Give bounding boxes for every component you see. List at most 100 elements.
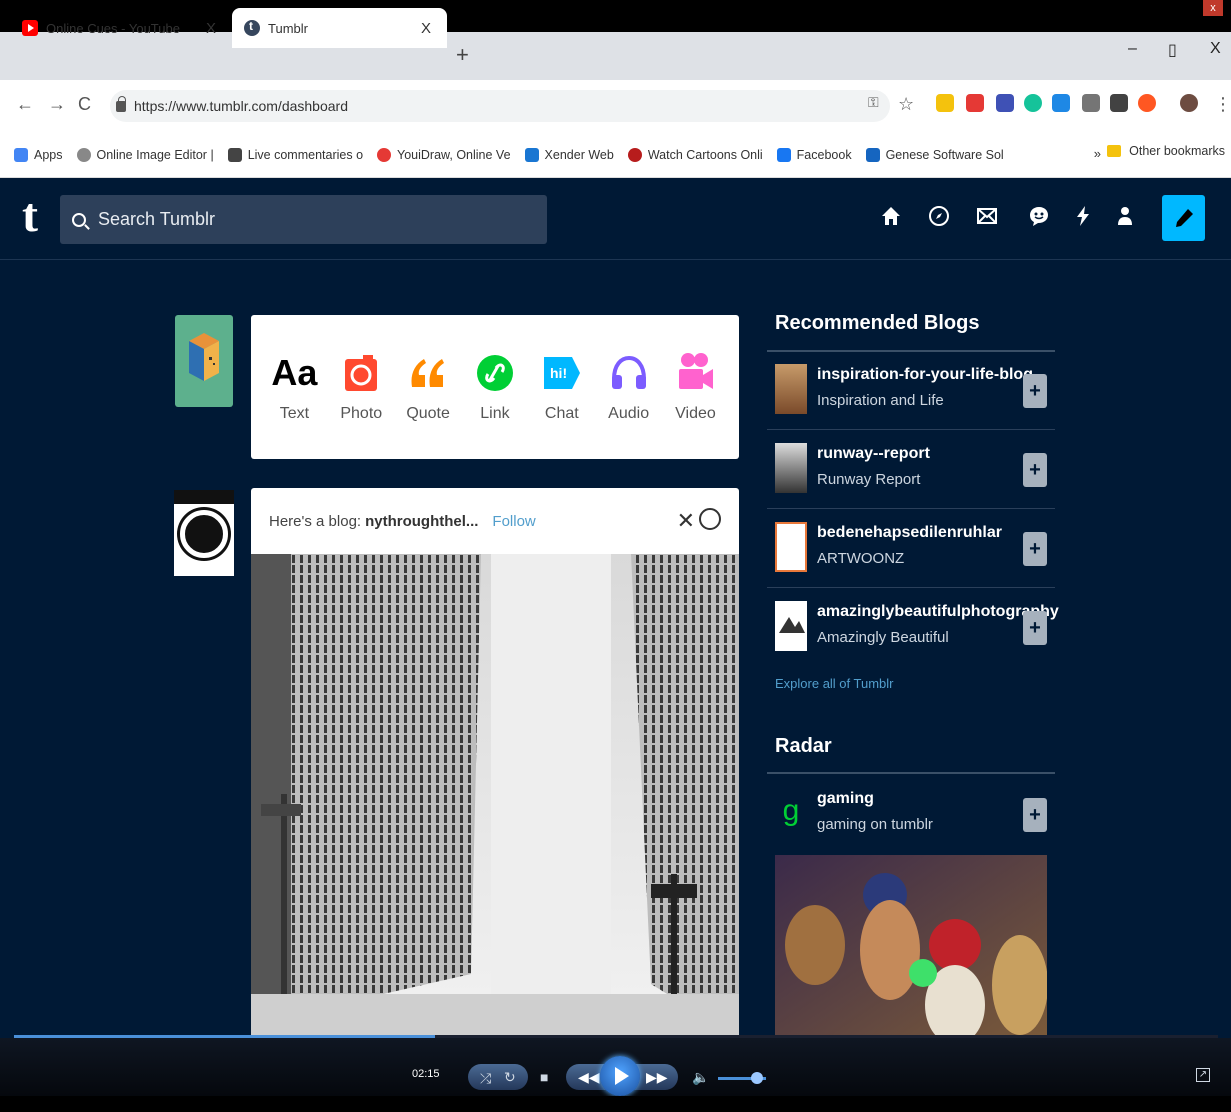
messaging-icon[interactable] xyxy=(1026,204,1052,232)
fast-forward-icon[interactable]: ▶▶ xyxy=(646,1069,668,1086)
explore-icon[interactable] xyxy=(926,204,952,232)
other-bookmarks[interactable]: Other bookmarks xyxy=(1107,144,1225,158)
bookmarks-overflow-button[interactable]: » xyxy=(1094,146,1101,161)
video-camera-icon xyxy=(675,351,715,395)
fullscreen-icon[interactable]: ↗ xyxy=(1196,1068,1210,1082)
inbox-icon[interactable] xyxy=(974,204,1000,232)
stop-icon[interactable]: ■ xyxy=(540,1069,548,1085)
follow-plus-button[interactable]: + xyxy=(1023,374,1047,408)
blog-name[interactable]: inspiration-for-your-life-blog xyxy=(817,366,1033,384)
extension-icon[interactable] xyxy=(1082,94,1100,112)
dismiss-icon[interactable]: ✕ xyxy=(677,508,695,534)
tumblr-logo[interactable]: t xyxy=(22,190,38,242)
close-window-button[interactable]: X xyxy=(1210,40,1221,58)
follow-plus-button[interactable]: + xyxy=(1023,611,1047,645)
bookmark-item[interactable]: Genese Software Sol xyxy=(865,147,1004,162)
post-quote-button[interactable]: Quote xyxy=(398,351,458,423)
mountain-icon xyxy=(779,617,805,633)
post-photo[interactable] xyxy=(251,554,739,1038)
volume-icon[interactable]: 🔈 xyxy=(692,1069,709,1086)
profile-avatar[interactable] xyxy=(1180,94,1198,112)
recommended-blog-row[interactable]: bedenehapsedilenruhlar ARTWOONZ + xyxy=(767,510,1055,588)
post-type-label: Text xyxy=(279,405,310,422)
restore-button[interactable]: ▯ xyxy=(1168,40,1177,60)
blog-title: gaming on tumblr xyxy=(817,816,933,833)
recommended-blog-name[interactable]: nythroughthel... xyxy=(365,513,478,530)
bookmark-star-icon[interactable]: ☆ xyxy=(898,94,914,115)
blog-name[interactable]: runway--report xyxy=(817,445,930,463)
follow-plus-button[interactable]: + xyxy=(1023,532,1047,566)
extension-icon[interactable] xyxy=(996,94,1014,112)
tab-close-button[interactable]: X xyxy=(202,20,220,37)
bookmark-item[interactable]: Facebook xyxy=(776,147,852,162)
post-text-button[interactable]: Aa Text xyxy=(264,351,324,423)
volume-slider-knob[interactable] xyxy=(751,1072,763,1084)
extension-icon[interactable] xyxy=(936,94,954,112)
blog-avatar[interactable] xyxy=(775,364,807,414)
shuffle-icon[interactable]: ⤮ xyxy=(480,1070,491,1087)
blog-avatar[interactable] xyxy=(775,443,807,493)
apps-icon xyxy=(14,147,28,162)
menu-icon[interactable]: ⋮ xyxy=(1214,94,1231,115)
tab-youtube[interactable]: Online Cues - YouTube X xyxy=(10,8,232,48)
post-header-prefix: Here's a blog: xyxy=(269,512,362,530)
forward-button[interactable]: → xyxy=(48,94,66,115)
reload-button[interactable]: C xyxy=(78,94,91,115)
home-icon[interactable] xyxy=(878,204,904,232)
tab-tumblr[interactable]: Tumblr X xyxy=(232,8,447,48)
follow-plus-button[interactable]: + xyxy=(1023,453,1047,487)
tab-title: Tumblr xyxy=(268,20,308,36)
minimize-button[interactable]: – xyxy=(1128,40,1137,58)
radar-post-image[interactable] xyxy=(775,855,1047,1038)
extension-icon[interactable] xyxy=(1110,94,1128,112)
extension-icon[interactable] xyxy=(1138,94,1156,112)
blog-name[interactable]: gaming xyxy=(817,790,874,808)
account-icon[interactable] xyxy=(1112,204,1138,232)
play-button[interactable] xyxy=(600,1056,640,1096)
bookmark-item[interactable]: Watch Cartoons Onli xyxy=(627,147,763,162)
extension-icon[interactable] xyxy=(966,94,984,112)
extension-icon[interactable] xyxy=(1052,94,1070,112)
post-audio-button[interactable]: Audio xyxy=(599,351,659,423)
bookmark-item[interactable]: Online Image Editor | xyxy=(76,147,214,162)
search-input[interactable] xyxy=(98,209,518,230)
radar-blog-row[interactable]: g gaming gaming on tumblr + xyxy=(767,776,1055,854)
recommended-blog-row[interactable]: runway--report Runway Report + xyxy=(767,431,1055,509)
back-button[interactable]: ← xyxy=(16,94,34,115)
address-bar[interactable]: https://www.tumblr.com/dashboard xyxy=(110,90,890,122)
search-box[interactable] xyxy=(60,195,547,244)
post-video-button[interactable]: Video xyxy=(665,351,725,423)
post-photo-button[interactable]: Photo xyxy=(331,351,391,423)
bookmark-item[interactable]: Apps xyxy=(14,147,63,162)
post-type-label: Quote xyxy=(406,405,450,422)
post-header: Here's a blog: nythroughthel... Follow ✕ xyxy=(251,488,739,554)
recommended-blog-row[interactable]: inspiration-for-your-life-blog Inspirati… xyxy=(767,352,1055,430)
post-chat-button[interactable]: hi! Chat xyxy=(532,351,592,423)
explore-all-link[interactable]: Explore all of Tumblr xyxy=(775,676,894,691)
blog-avatar[interactable] xyxy=(775,601,807,651)
blog-avatar[interactable] xyxy=(174,490,234,576)
new-tab-button[interactable]: + xyxy=(456,42,469,68)
user-avatar[interactable] xyxy=(175,315,233,407)
explore-icon[interactable] xyxy=(699,508,721,530)
bookmark-item[interactable]: YouiDraw, Online Ve xyxy=(377,147,511,162)
blog-title: ARTWOONZ xyxy=(817,550,905,567)
blog-avatar[interactable] xyxy=(775,522,807,572)
outer-close-button[interactable]: x xyxy=(1203,0,1223,16)
bookmark-item[interactable]: Live commentaries o xyxy=(227,147,363,162)
recommended-blog-row[interactable]: amazinglybeautifulphotography Amazingly … xyxy=(767,589,1059,667)
blog-name[interactable]: bedenehapsedilenruhlar xyxy=(817,524,1002,542)
camera-icon xyxy=(341,351,381,395)
key-icon[interactable]: ⚿ xyxy=(868,94,879,111)
post-link-button[interactable]: Link xyxy=(465,351,525,423)
gaming-avatar[interactable]: g xyxy=(775,788,807,838)
tab-close-button[interactable]: X xyxy=(417,20,435,37)
compose-button[interactable] xyxy=(1162,195,1205,241)
activity-icon[interactable] xyxy=(1070,204,1096,232)
follow-plus-button[interactable]: + xyxy=(1023,798,1047,832)
follow-link[interactable]: Follow xyxy=(492,513,535,530)
grammarly-icon[interactable] xyxy=(1024,94,1042,112)
rewind-icon[interactable]: ◀◀ xyxy=(578,1069,600,1086)
repeat-icon[interactable]: ↻ xyxy=(504,1069,516,1086)
bookmark-item[interactable]: Xender Web xyxy=(524,147,614,162)
